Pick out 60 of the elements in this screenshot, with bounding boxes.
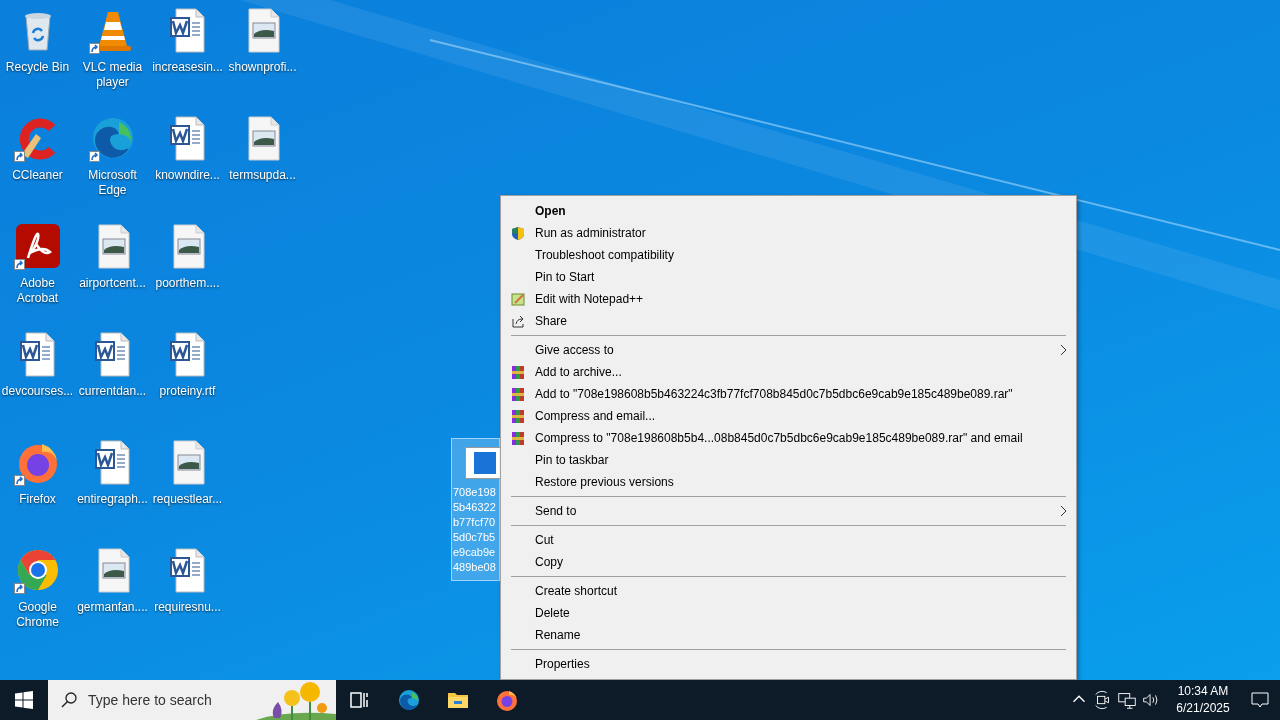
flowers-icon — [256, 680, 336, 720]
shortcut-arrow-icon — [88, 43, 100, 54]
menu-item[interactable]: Open — [501, 200, 1076, 222]
archive-icon — [511, 387, 525, 401]
menu-item[interactable]: Give access to — [501, 339, 1076, 361]
shortcut-arrow-icon — [88, 151, 100, 162]
icon-label: Google Chrome — [15, 600, 60, 630]
icon-label: knowndire... — [154, 168, 221, 183]
menu-item[interactable]: Troubleshoot compatibility — [501, 244, 1076, 266]
menu-item[interactable]: Create shortcut — [501, 580, 1076, 602]
pdf-app-icon[interactable] — [13, 222, 62, 270]
search-field[interactable]: Type here to search — [48, 680, 336, 720]
archive-icon — [511, 409, 525, 423]
icon-label: Recycle Bin — [4, 60, 71, 75]
icon-label: airportcent... — [78, 276, 147, 291]
menu-item[interactable]: Add to archive... — [501, 361, 1076, 383]
menu-item[interactable]: Edit with Notepad++ — [501, 288, 1076, 310]
notepad-icon — [511, 292, 525, 306]
icon-label: germanfan.... — [76, 600, 149, 615]
shield-icon — [511, 226, 525, 240]
menu-item[interactable]: Run as administrator — [501, 222, 1076, 244]
menu-item[interactable]: Properties — [501, 653, 1076, 675]
menu-item[interactable]: Add to "708e198608b5b463224c3fb77fcf708b845d0c7b5dbc6e9cab9e185c489be089.rar" — [501, 383, 1076, 405]
shortcut-arrow-icon — [13, 151, 25, 162]
icon-label: proteiny.rtf — [158, 384, 217, 399]
windows-logo-icon — [15, 691, 33, 709]
icon-label: shownprofi... — [227, 60, 298, 75]
icon-label: termsupda... — [228, 168, 297, 183]
icon-label: requestlear... — [151, 492, 224, 507]
shortcut-arrow-icon — [13, 583, 25, 594]
icon-label: Microsoft Edge — [87, 168, 138, 198]
shortcut-arrow-icon — [13, 475, 25, 486]
menu-item[interactable]: Restore previous versions — [501, 471, 1076, 493]
menu-item[interactable]: Pin to taskbar — [501, 449, 1076, 471]
menu-item[interactable]: Compress and email... — [501, 405, 1076, 427]
icon-label: VLC media player — [81, 60, 144, 90]
icon-label: entiregraph... — [76, 492, 149, 507]
menu-item[interactable]: Send to — [501, 500, 1076, 522]
icon-label: poorthem.... — [154, 276, 221, 291]
icon-label: CCleaner — [11, 168, 64, 183]
clock[interactable]: 10:34 AM 6/21/2025 — [1163, 680, 1243, 720]
icon-label: increasesin... — [151, 60, 224, 75]
menu-item[interactable]: Share — [501, 310, 1076, 332]
menu-item[interactable]: Delete — [501, 602, 1076, 624]
icon-label: Firefox — [18, 492, 57, 507]
shortcut-arrow-icon — [13, 259, 25, 270]
archive-icon — [511, 365, 525, 379]
icon-label: requiresnu... — [153, 600, 222, 615]
icon-label: devcourses... — [0, 384, 75, 399]
menu-item[interactable]: Rename — [501, 624, 1076, 646]
menu-item[interactable]: Compress to "708e198608b5b4...08b845d0c7b5dbc6e9cab9e185c489be089.rar" and email — [501, 427, 1076, 449]
icon-label: currentdan... — [77, 384, 148, 399]
menu-item[interactable]: Copy — [501, 551, 1076, 573]
archive-icon — [511, 431, 525, 445]
menu-item[interactable]: Pin to Start — [501, 266, 1076, 288]
file-name: 708e198 5b46322 b77fcf70 5d0c7b5 e9cab9e 489be08 — [453, 485, 497, 575]
icon-label: Adobe Acrobat — [15, 276, 60, 306]
menu-item[interactable]: Cut — [501, 529, 1076, 551]
share-icon — [511, 314, 525, 328]
search-icon — [60, 691, 78, 709]
